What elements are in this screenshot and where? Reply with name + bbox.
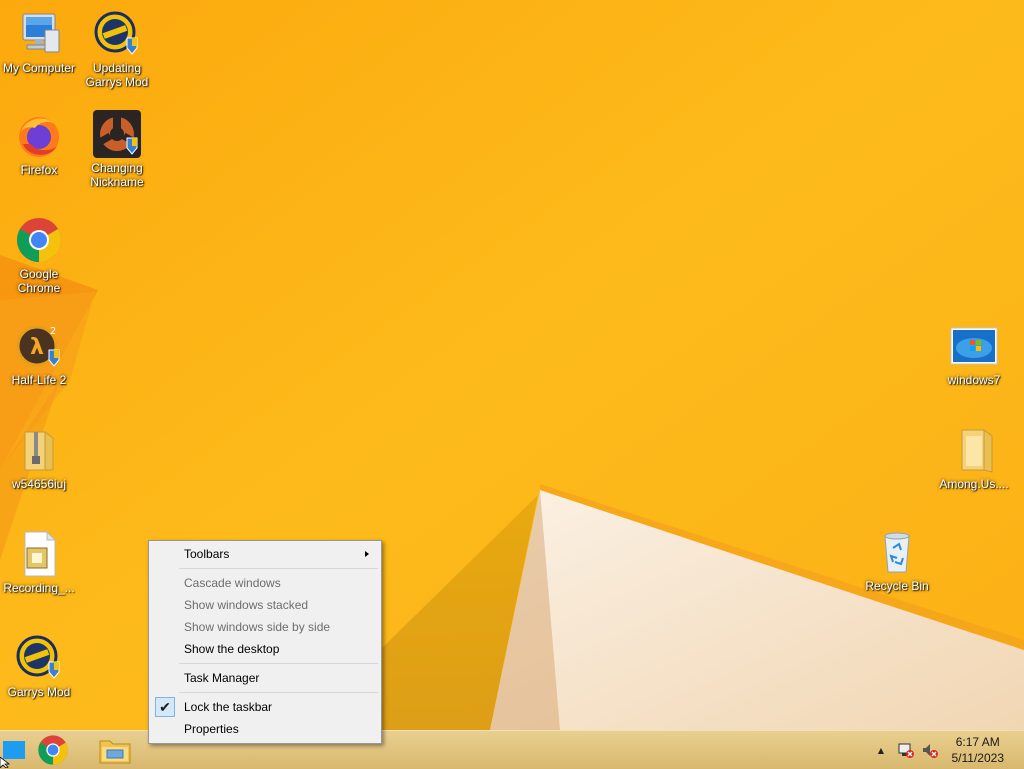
- desktop-icon-label: Updating Garrys Mod: [85, 61, 149, 89]
- menu-item-show-windows-side-by-side: Show windows side by side: [151, 616, 379, 638]
- desktop-icon-label: Half-Life 2: [11, 373, 67, 387]
- taskbar-context-menu[interactable]: Toolbars Cascade windows Show windows st…: [148, 540, 382, 744]
- zip-folder-icon: [15, 426, 63, 474]
- desktop-icon-half-life-2[interactable]: λ 2 Half-Life 2: [0, 322, 78, 387]
- desktop-icon-changing-nickname[interactable]: Changing Nickname: [78, 110, 156, 189]
- desktop-icon-w54656iuj[interactable]: w54656iuj: [0, 426, 78, 491]
- desktop-icon-label: Changing Nickname: [90, 161, 144, 189]
- desktop-icon-label: Recycle Bin: [865, 579, 929, 593]
- svg-text:λ: λ: [30, 335, 44, 360]
- desktop-icon-updating-garrys-mod[interactable]: Updating Garrys Mod: [78, 10, 156, 89]
- menu-item-label: Properties: [184, 722, 239, 736]
- desktop-icon-google-chrome[interactable]: Google Chrome: [0, 216, 78, 295]
- clock-time: 6:17 AM: [955, 735, 1000, 749]
- desktop-icon-label: My Computer: [2, 61, 76, 75]
- garrysmod-icon: [15, 634, 63, 682]
- desktop-icon-firefox[interactable]: Firefox: [0, 112, 78, 177]
- menu-item-label: Lock the taskbar: [184, 700, 273, 714]
- clock-date: 5/11/2023: [951, 751, 1005, 765]
- menu-item-show-windows-stacked: Show windows stacked: [151, 594, 379, 616]
- submenu-arrow-icon: [365, 551, 369, 557]
- desktop-icon-label: w54656iuj: [11, 477, 67, 491]
- menu-item-task-manager[interactable]: Task Manager: [151, 667, 379, 689]
- network-disconnected-icon: [898, 743, 914, 758]
- desktop-icon-label: windows7: [947, 373, 1001, 387]
- desktop-icon-recording[interactable]: Recording_...: [0, 530, 78, 595]
- menu-item-label: Show the desktop: [184, 642, 280, 656]
- menu-item-lock-the-taskbar[interactable]: ✔ Lock the taskbar: [151, 696, 379, 718]
- halflife2-icon: λ 2: [15, 322, 63, 370]
- menu-separator: [179, 568, 378, 569]
- desktop-icon-label: Garrys Mod: [7, 685, 71, 699]
- desktop-icon-my-computer[interactable]: My Computer: [0, 10, 78, 75]
- svg-text:2: 2: [50, 326, 56, 337]
- tray-network-icon[interactable]: [896, 731, 916, 769]
- menu-item-label: Toolbars: [184, 547, 230, 561]
- speaker-muted-icon: [923, 744, 938, 758]
- desktop-icon-label: Among.Us....: [939, 477, 1009, 491]
- taskbar-chrome-button[interactable]: [32, 731, 74, 769]
- menu-item-label: Cascade windows: [184, 576, 281, 590]
- computer-icon: [15, 10, 63, 58]
- tray-overflow-chevron[interactable]: ▲: [874, 731, 888, 769]
- desktop-icon-label: Firefox: [20, 163, 58, 177]
- tray-volume-icon[interactable]: [920, 731, 940, 769]
- tf2-icon: [93, 110, 141, 158]
- mouse-pointer-icon: [0, 757, 10, 768]
- menu-item-label: Show windows side by side: [184, 620, 331, 634]
- taskbar-file-explorer-button[interactable]: [94, 731, 136, 769]
- firefox-icon: [15, 112, 63, 160]
- menu-item-label: Show windows stacked: [184, 598, 309, 612]
- menu-item-toolbars[interactable]: Toolbars: [151, 543, 379, 565]
- desktop-icon-label: Google Chrome: [17, 267, 61, 295]
- menu-item-cascade-windows: Cascade windows: [151, 572, 379, 594]
- recycle-bin-icon: [873, 528, 921, 576]
- desktop-icon-among-us[interactable]: Among.Us....: [935, 426, 1013, 491]
- checkmark-icon: ✔: [155, 697, 175, 717]
- chrome-icon: [15, 216, 63, 264]
- chevron-up-icon: ▲: [877, 745, 885, 755]
- recording-file-icon: [15, 530, 63, 578]
- menu-item-label: Task Manager: [184, 671, 260, 685]
- desktop-icon-recycle-bin[interactable]: Recycle Bin: [858, 528, 936, 593]
- menu-item-properties[interactable]: Properties: [151, 718, 379, 740]
- chrome-icon: [38, 735, 68, 765]
- taskbar-clock[interactable]: 6:17 AM 5/11/2023: [952, 734, 1005, 766]
- menu-separator: [179, 663, 378, 664]
- folder-icon: [950, 426, 998, 474]
- menu-item-show-the-desktop[interactable]: Show the desktop: [151, 638, 379, 660]
- menu-separator: [179, 692, 378, 693]
- garrysmod-icon: [93, 10, 141, 58]
- windows7-image-icon: [950, 322, 998, 370]
- desktop-icon-label: Recording_...: [3, 581, 75, 595]
- file-explorer-icon: [99, 740, 131, 764]
- desktop-icon-garrys-mod[interactable]: Garrys Mod: [0, 634, 78, 699]
- desktop-icon-windows7[interactable]: windows7: [935, 322, 1013, 387]
